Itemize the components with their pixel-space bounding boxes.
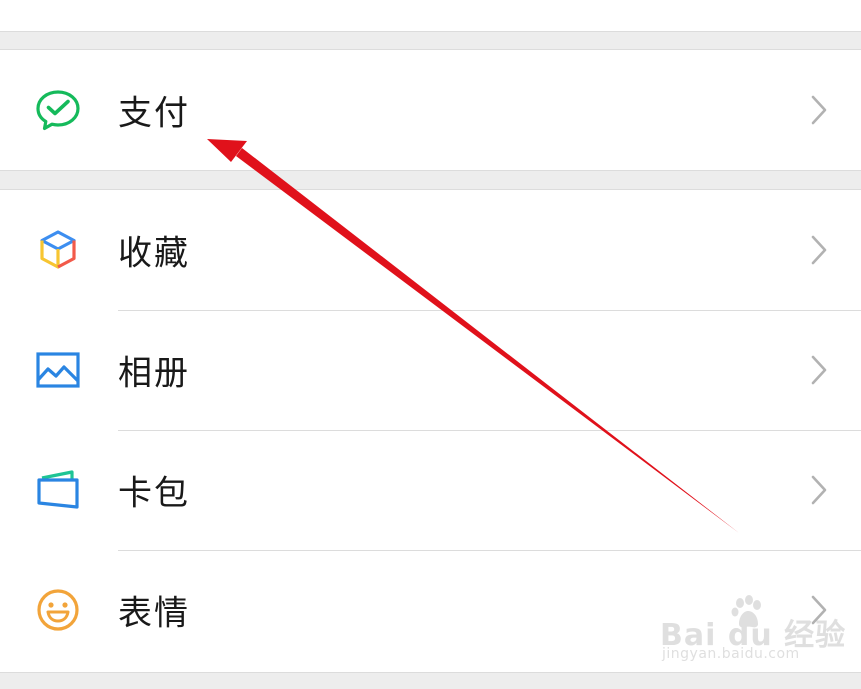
menu-item-label: 相册 xyxy=(118,353,190,394)
menu-item-label: 卡包 xyxy=(118,473,190,514)
chevron-right-icon xyxy=(808,233,830,267)
pay-group: 支付 xyxy=(0,49,861,171)
menu-item-album[interactable]: 相册 xyxy=(0,310,861,430)
menu-item-pay[interactable]: 支付 xyxy=(0,50,861,170)
menu-item-label: 收藏 xyxy=(118,233,190,274)
menu-item-card-wallet[interactable]: 卡包 xyxy=(0,430,861,550)
menu-item-stickers[interactable]: 表情 xyxy=(0,550,861,670)
wechat-pay-icon xyxy=(34,86,82,134)
menu-item-favorites[interactable]: 收藏 xyxy=(0,190,861,310)
top-strip xyxy=(0,0,861,32)
chevron-right-icon xyxy=(808,93,830,127)
chevron-right-icon xyxy=(808,593,830,627)
menu-item-label: 支付 xyxy=(118,93,190,134)
menu-item-label: 表情 xyxy=(118,593,190,634)
chevron-right-icon xyxy=(808,353,830,387)
favorites-cube-icon xyxy=(34,226,82,274)
chevron-right-icon xyxy=(808,473,830,507)
card-wallet-icon xyxy=(34,466,82,514)
features-group: 收藏 相册 卡包 表情 xyxy=(0,189,861,673)
album-picture-icon xyxy=(34,346,82,394)
smiley-face-icon xyxy=(34,586,82,634)
